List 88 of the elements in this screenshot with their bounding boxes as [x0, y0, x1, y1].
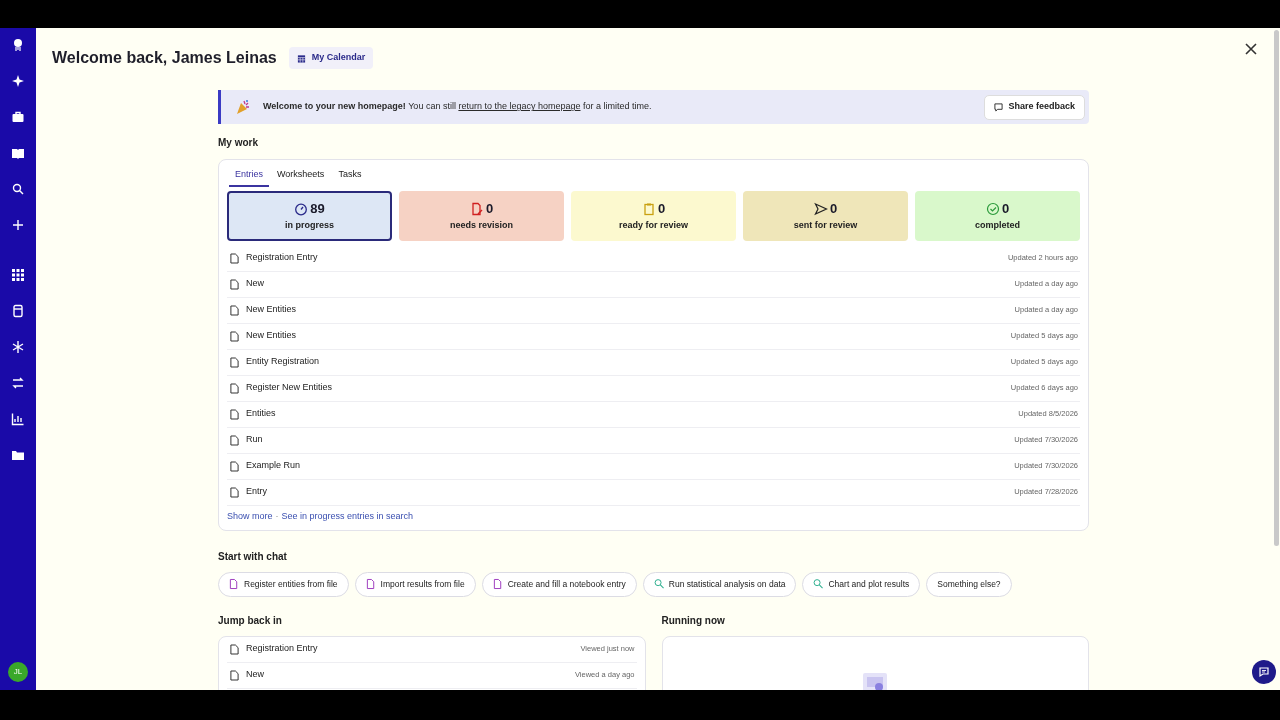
section-heading: Running now — [661, 613, 726, 628]
search-icon[interactable] — [11, 182, 25, 196]
document-icon — [230, 460, 239, 472]
calendar-button[interactable]: My Calendar — [288, 47, 374, 69]
document-icon — [230, 252, 239, 264]
document-icon — [230, 356, 239, 368]
document-icon — [230, 669, 239, 681]
plus-icon[interactable] — [11, 218, 25, 232]
document-icon — [365, 578, 376, 590]
section-heading: Start with chat — [218, 549, 288, 564]
status-label: sent for review — [793, 218, 858, 232]
row-title: Entities — [246, 407, 277, 421]
document-icon — [229, 578, 239, 590]
section-heading: Jump back in — [218, 613, 283, 628]
row-title: New Entities — [246, 329, 298, 343]
document-edit-icon — [469, 201, 484, 216]
status-label: completed — [975, 218, 1020, 232]
document-icon — [230, 434, 239, 446]
document-icon — [230, 330, 239, 342]
row-title: Registration Entry — [246, 251, 319, 265]
empty-state-illustration — [861, 670, 890, 690]
status-label: needs revision — [450, 218, 513, 232]
banner-message: Welcome to your new homepage! You can still return to the legacy homepage for a limited time. — [263, 100, 653, 114]
document-icon — [230, 486, 239, 498]
close-icon[interactable] — [1244, 42, 1258, 56]
row-title: New — [246, 277, 265, 291]
logo-icon — [11, 38, 25, 52]
row-title: Entry — [246, 485, 268, 499]
status-label: in progress — [285, 218, 334, 232]
status-card[interactable]: 0 completed — [915, 190, 1080, 241]
check-circle-icon — [985, 201, 1000, 216]
tab[interactable]: Entries — [229, 166, 269, 187]
row-title: New — [246, 668, 265, 682]
suggestion-chip[interactable]: Something else? — [926, 571, 1012, 597]
clipboard-icon — [641, 201, 656, 216]
search-link[interactable]: See in progress entries in search — [281, 509, 414, 524]
status-count: 0 — [1001, 200, 1010, 218]
comment-icon — [994, 102, 1004, 112]
row-title: Register New Entities — [246, 381, 334, 395]
suggestion-chip[interactable]: Chart and plot results — [802, 571, 921, 597]
share-feedback-button[interactable]: Share feedback — [984, 94, 1085, 120]
snowflake-icon[interactable] — [11, 340, 25, 354]
send-icon — [813, 201, 828, 216]
status-count: 0 — [657, 200, 666, 218]
grid-icon[interactable] — [11, 268, 25, 282]
scrollbar[interactable] — [1274, 30, 1279, 546]
document-icon — [230, 408, 239, 420]
chat-button[interactable] — [1252, 660, 1276, 684]
row-title: Entity Registration — [246, 355, 321, 369]
status-card[interactable]: 0 needs revision — [399, 190, 564, 241]
status-card[interactable]: 0 sent for review — [743, 190, 908, 241]
status-count: 0 — [829, 200, 838, 218]
calendar-icon — [296, 53, 306, 63]
suggestion-chip[interactable]: Import results from file — [354, 571, 476, 597]
document-icon — [492, 578, 503, 590]
status-card[interactable]: 89 in progress — [227, 190, 392, 241]
document-icon — [230, 278, 239, 290]
section-heading: My work — [218, 136, 259, 150]
tab[interactable]: Worksheets — [271, 166, 331, 187]
document-icon — [230, 304, 239, 316]
tab[interactable]: Tasks — [332, 166, 368, 187]
document-icon — [230, 643, 239, 655]
page-title: Welcome back, James Leinas — [52, 48, 277, 68]
folder-icon[interactable] — [11, 448, 25, 462]
cylinder-icon[interactable] — [11, 304, 25, 318]
sparkle-icon[interactable] — [11, 74, 25, 88]
document-icon — [230, 382, 239, 394]
legacy-homepage-link[interactable]: return to the legacy homepage — [458, 101, 581, 112]
party-popper-icon — [235, 99, 251, 115]
status-card[interactable]: 0 ready for review — [571, 190, 736, 241]
arrows-icon[interactable] — [11, 376, 25, 390]
suggestion-chip[interactable]: Register entities from file — [218, 571, 349, 597]
show-more-link[interactable]: Show more — [227, 509, 273, 524]
separator-dot: · — [275, 509, 279, 523]
row-title: Registration Entry — [246, 642, 319, 656]
row-title: Run — [246, 433, 264, 447]
book-icon[interactable] — [11, 146, 25, 160]
suggestion-chip[interactable]: Run statistical analysis on data — [642, 571, 797, 597]
status-count: 89 — [310, 200, 325, 218]
chart-icon[interactable] — [11, 412, 25, 426]
row-title: Example Run — [246, 459, 302, 473]
timer-icon — [294, 201, 309, 216]
suggestion-chip[interactable]: Create and fill a notebook entry — [481, 571, 637, 597]
message-icon — [1258, 666, 1270, 678]
status-count: 0 — [485, 200, 494, 218]
status-label: ready for review — [618, 218, 688, 232]
row-title: New Entities — [246, 303, 298, 317]
briefcase-icon[interactable] — [11, 110, 25, 124]
